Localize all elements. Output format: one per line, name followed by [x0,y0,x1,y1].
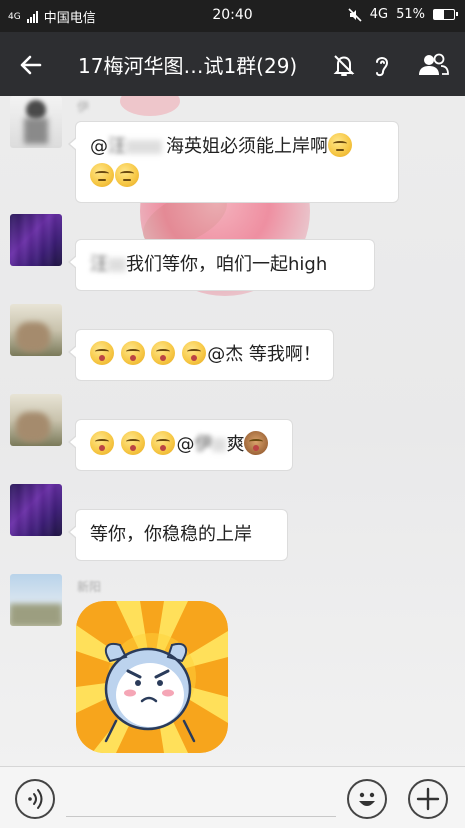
avatar[interactable] [10,96,62,148]
message-input[interactable] [66,781,336,817]
kiss-emoji-icon [90,431,114,455]
kiss-emoji-icon [182,341,207,365]
kiss-emoji-icon [120,431,145,455]
see-no-evil-monkey-emoji-icon [244,431,269,455]
smirk-emoji-icon [115,163,139,187]
network-label: 4G [369,7,389,22]
battery-icon [433,9,458,20]
kiss-emoji-icon [120,341,145,365]
avatar[interactable] [10,304,62,356]
message-bubble[interactable]: 等你，你稳稳的上岸 [68,509,288,561]
blurred-mention: 汪 [108,136,126,157]
chat-header: 17梅河华图…试1群(29) [0,32,465,96]
angry-cartoon-sticker[interactable] [76,601,228,753]
message-bubble[interactable]: 汪我们等你，咱们一起high [68,239,375,291]
smirk-emoji-icon [90,163,114,187]
blurred-mention: 伊 [194,434,213,455]
plus-icon [416,787,440,811]
battery-percent: 51% [396,7,425,22]
sticker-image [76,601,228,753]
message-text: @杰 等我啊！ [207,344,321,365]
chat-history[interactable]: 伊 @汪 海英姐必须能上岸啊 汪我们等你，咱们一起high @杰 等我啊！ @伊爽… [0,96,465,766]
mute-status-icon [348,7,362,22]
status-bar: 4G 中国电信 20:40 4G 51% [0,0,465,32]
message-text: 爽 [226,434,245,455]
more-button[interactable] [408,779,448,819]
kiss-emoji-icon [90,341,114,365]
voice-button[interactable] [15,779,55,819]
avatar[interactable] [10,214,62,266]
back-arrow-icon[interactable] [14,48,48,82]
avatar[interactable] [10,574,62,626]
message-bubble[interactable]: @伊爽 [68,419,293,471]
chat-title[interactable]: 17梅河华图…试1群(29) [78,50,328,79]
message-text: 等你，你稳稳的上岸 [90,524,252,545]
message-bubble[interactable]: @汪 海英姐必须能上岸啊 [68,121,399,203]
blurred-mention: 汪 [90,254,108,275]
kiss-emoji-icon [151,431,176,455]
kiss-emoji-icon [151,341,176,365]
message-bubble[interactable]: @杰 等我啊！ [68,329,334,381]
smirk-emoji-icon [328,133,352,157]
status-right: 4G 51% [348,7,458,22]
emoji-face-icon [359,792,375,806]
message-text: @ [176,434,195,455]
earpiece-icon[interactable] [365,48,399,82]
input-bar [0,766,465,828]
message-text: 我们等你，咱们一起high [126,254,328,275]
message-text: @ [90,136,108,157]
group-members-icon[interactable] [416,48,450,82]
sender-name: 新阳 [77,580,102,594]
voice-icon [28,789,43,809]
avatar[interactable] [10,394,62,446]
emoji-button[interactable] [347,779,387,819]
avatar[interactable] [10,484,62,536]
sender-name: 伊 [77,100,90,114]
mute-bell-icon[interactable] [327,48,361,82]
message-text: 海英姐必须能上岸啊 [166,136,328,157]
